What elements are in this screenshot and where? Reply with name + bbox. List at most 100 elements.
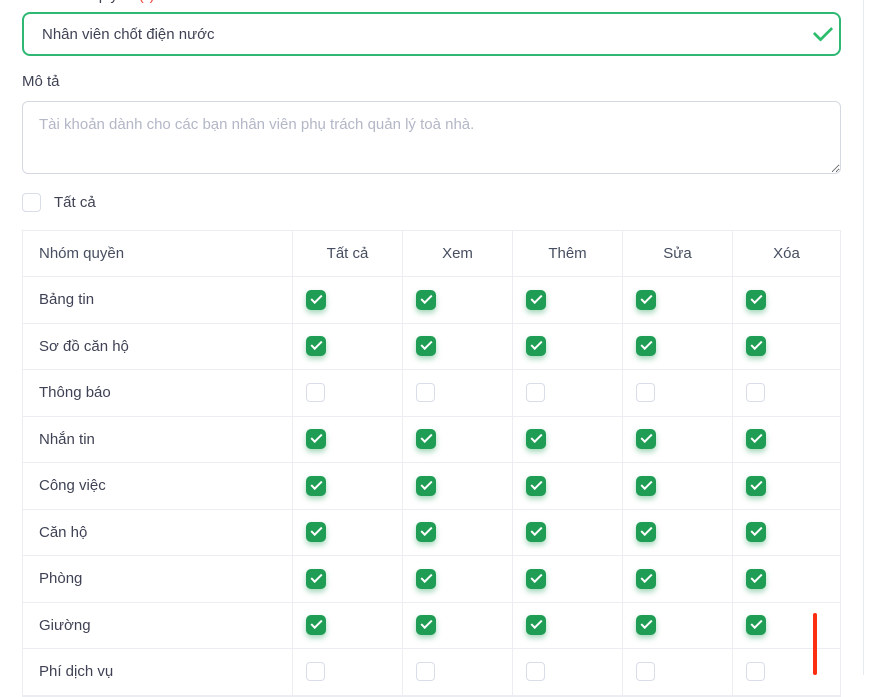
- permission-group-label: Phòng: [23, 556, 292, 602]
- checkbox-cell: [292, 324, 402, 370]
- permission-checkbox-checked[interactable]: [636, 569, 656, 589]
- name-field-label: Tên nhóm quyền (*): [22, 0, 155, 4]
- permission-checkbox-checked[interactable]: [306, 522, 326, 542]
- table-row: Sơ đồ căn hộ: [23, 324, 840, 371]
- checkbox-cell: [622, 603, 732, 649]
- permission-checkbox-checked[interactable]: [746, 522, 766, 542]
- checkbox-cell: [512, 649, 622, 695]
- checkbox-cell: [292, 649, 402, 695]
- permission-checkbox-checked[interactable]: [746, 569, 766, 589]
- permission-checkbox-checked[interactable]: [636, 476, 656, 496]
- column-header: Xóa: [732, 231, 840, 276]
- checkbox-cell: [402, 603, 512, 649]
- select-all-checkbox[interactable]: [22, 193, 41, 212]
- permission-checkbox-unchecked[interactable]: [526, 662, 545, 681]
- checkbox-cell: [622, 370, 732, 416]
- permission-checkbox-checked[interactable]: [526, 615, 546, 635]
- permission-checkbox-unchecked[interactable]: [306, 662, 325, 681]
- column-header: Tất cả: [292, 231, 402, 276]
- permission-checkbox-checked[interactable]: [636, 429, 656, 449]
- checkbox-cell: [292, 277, 402, 323]
- permission-checkbox-checked[interactable]: [526, 336, 546, 356]
- permission-checkbox-checked[interactable]: [306, 476, 326, 496]
- checkbox-cell: [402, 324, 512, 370]
- permission-checkbox-unchecked[interactable]: [416, 383, 435, 402]
- permission-checkbox-checked[interactable]: [746, 476, 766, 496]
- permission-checkbox-unchecked[interactable]: [636, 383, 655, 402]
- permission-checkbox-checked[interactable]: [526, 569, 546, 589]
- permission-checkbox-checked[interactable]: [306, 429, 326, 449]
- permission-checkbox-checked[interactable]: [416, 476, 436, 496]
- checkbox-cell: [402, 510, 512, 556]
- checkbox-cell: [292, 417, 402, 463]
- permission-checkbox-checked[interactable]: [416, 336, 436, 356]
- permission-group-label: Giường: [23, 603, 292, 649]
- permission-checkbox-checked[interactable]: [746, 615, 766, 635]
- table-row: Giường: [23, 603, 840, 650]
- table-row: Phòng: [23, 556, 840, 603]
- valid-check-icon: [813, 22, 835, 42]
- table-body: Bảng tinSơ đồ căn hộThông báoNhắn tinCôn…: [23, 277, 840, 696]
- permission-group-label: Nhắn tin: [23, 417, 292, 463]
- permission-checkbox-unchecked[interactable]: [636, 662, 655, 681]
- permission-checkbox-checked[interactable]: [416, 615, 436, 635]
- description-textarea[interactable]: [22, 101, 841, 174]
- select-all-row: Tất cả: [22, 193, 96, 212]
- checkbox-cell: [402, 417, 512, 463]
- permission-checkbox-unchecked[interactable]: [746, 383, 765, 402]
- checkbox-cell: [732, 510, 840, 556]
- permission-checkbox-checked[interactable]: [526, 522, 546, 542]
- checkbox-cell: [732, 370, 840, 416]
- required-asterisk: (*): [139, 0, 155, 4]
- permission-checkbox-checked[interactable]: [746, 336, 766, 356]
- checkbox-cell: [402, 463, 512, 509]
- checkbox-cell: [622, 463, 732, 509]
- checkbox-cell: [512, 556, 622, 602]
- permission-checkbox-checked[interactable]: [526, 290, 546, 310]
- permission-checkbox-checked[interactable]: [416, 569, 436, 589]
- column-header: Sửa: [622, 231, 732, 276]
- permission-checkbox-checked[interactable]: [746, 290, 766, 310]
- description-label: Mô tả: [22, 73, 60, 90]
- checkbox-cell: [732, 463, 840, 509]
- permission-checkbox-checked[interactable]: [306, 569, 326, 589]
- permission-group-label: Công việc: [23, 463, 292, 509]
- permission-checkbox-checked[interactable]: [636, 522, 656, 542]
- column-header: Thêm: [512, 231, 622, 276]
- checkbox-cell: [292, 463, 402, 509]
- permission-checkbox-checked[interactable]: [416, 429, 436, 449]
- permission-checkbox-checked[interactable]: [746, 429, 766, 449]
- permission-checkbox-checked[interactable]: [636, 290, 656, 310]
- permission-checkbox-checked[interactable]: [306, 615, 326, 635]
- permission-checkbox-unchecked[interactable]: [526, 383, 545, 402]
- checkbox-cell: [732, 277, 840, 323]
- checkbox-cell: [622, 556, 732, 602]
- checkbox-cell: [512, 370, 622, 416]
- checkbox-cell: [732, 556, 840, 602]
- permission-checkbox-unchecked[interactable]: [306, 383, 325, 402]
- checkbox-cell: [732, 603, 840, 649]
- column-header: Xem: [402, 231, 512, 276]
- permission-checkbox-unchecked[interactable]: [746, 662, 765, 681]
- table-row: Nhắn tin: [23, 417, 840, 464]
- table-row: Căn hộ: [23, 510, 840, 557]
- permission-group-name-input[interactable]: [22, 12, 841, 56]
- permission-checkbox-checked[interactable]: [636, 336, 656, 356]
- permission-checkbox-checked[interactable]: [416, 522, 436, 542]
- permission-checkbox-checked[interactable]: [636, 615, 656, 635]
- checkbox-cell: [292, 603, 402, 649]
- permission-checkbox-checked[interactable]: [526, 429, 546, 449]
- permission-checkbox-checked[interactable]: [416, 290, 436, 310]
- checkbox-cell: [622, 510, 732, 556]
- name-field-label-text: Tên nhóm quyền: [22, 0, 139, 4]
- permission-checkbox-checked[interactable]: [306, 290, 326, 310]
- permission-checkbox-unchecked[interactable]: [416, 662, 435, 681]
- red-marker-line: [813, 613, 817, 675]
- checkbox-cell: [732, 324, 840, 370]
- permission-group-label: Thông báo: [23, 370, 292, 416]
- checkbox-cell: [512, 603, 622, 649]
- permission-checkbox-checked[interactable]: [306, 336, 326, 356]
- permission-checkbox-checked[interactable]: [526, 476, 546, 496]
- checkbox-cell: [512, 463, 622, 509]
- checkbox-cell: [512, 277, 622, 323]
